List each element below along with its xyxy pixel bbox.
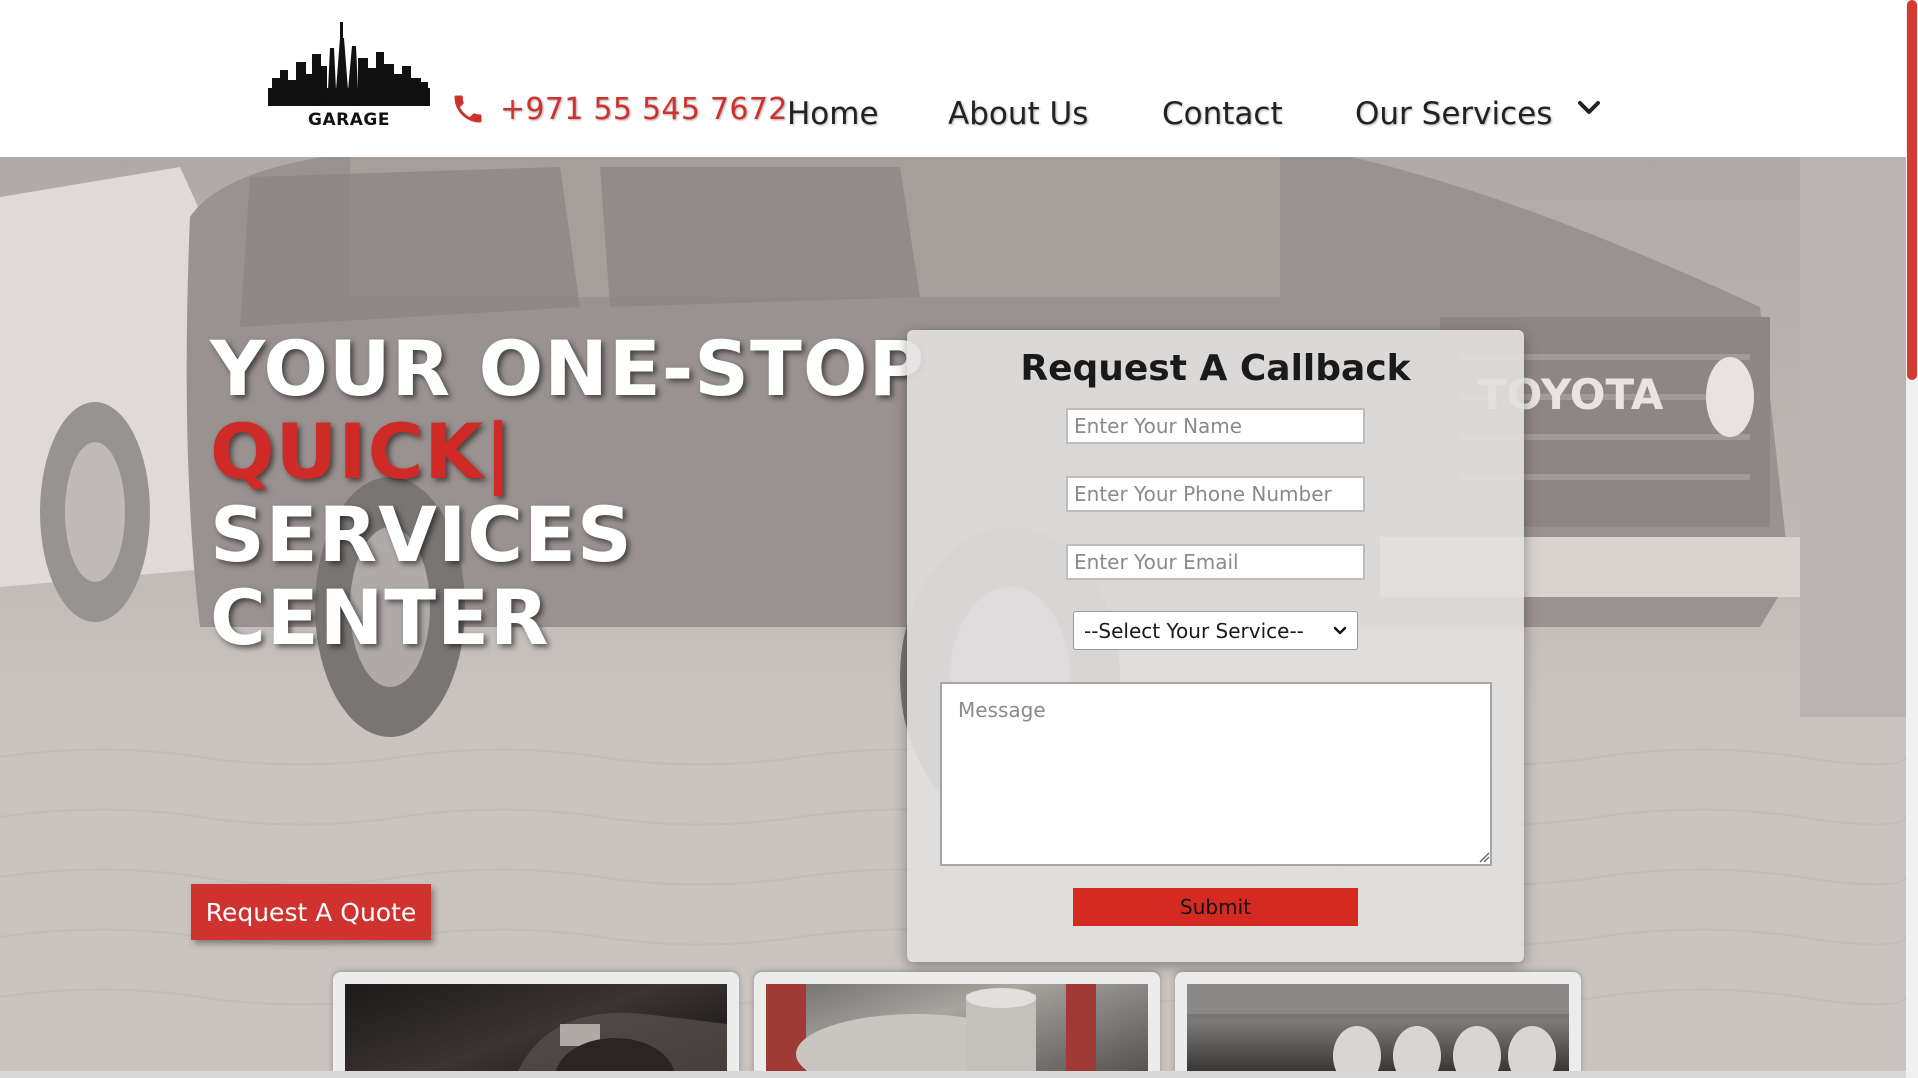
form-title: Request A Callback xyxy=(1020,348,1411,389)
chevron-down-icon xyxy=(1333,626,1347,634)
resize-handle-icon[interactable] xyxy=(1478,851,1490,863)
chevron-down-icon[interactable] xyxy=(1576,98,1602,118)
hero-line-3: SERVICES xyxy=(210,490,633,579)
phone-input[interactable] xyxy=(1066,476,1365,512)
page-bottom-edge xyxy=(0,1071,1906,1078)
hero-line-2: QUICK| xyxy=(210,407,514,496)
service-card[interactable] xyxy=(333,972,739,1078)
name-input[interactable] xyxy=(1066,408,1365,444)
site-header: BIG CITY GARAGE +971 55 545 7672 Home Ab… xyxy=(0,0,1906,157)
scrollbar-thumb[interactable] xyxy=(1907,0,1917,380)
phone-number: +971 55 545 7672 xyxy=(500,91,788,127)
request-quote-button[interactable]: Request A Quote xyxy=(191,884,431,940)
service-card-image xyxy=(766,984,1148,1078)
service-card-image xyxy=(345,984,727,1078)
phone-icon xyxy=(450,90,486,128)
logo[interactable]: BIG CITY GARAGE xyxy=(264,18,434,130)
message-textarea[interactable] xyxy=(940,682,1492,866)
email-input[interactable] xyxy=(1066,544,1365,580)
service-select-value: --Select Your Service-- xyxy=(1084,618,1304,643)
service-card[interactable] xyxy=(754,972,1160,1078)
phone-link[interactable]: +971 55 545 7672 xyxy=(450,90,788,128)
hero-line-4: CENTER xyxy=(210,573,550,662)
nav-contact[interactable]: Contact xyxy=(1162,96,1283,132)
hero-heading: YOUR ONE-STOP QUICK| SERVICES CENTER xyxy=(210,327,925,659)
nav-about-us[interactable]: About Us xyxy=(948,96,1088,132)
callback-form: Request A Callback --Select Your Service… xyxy=(907,330,1524,962)
nav-home[interactable]: Home xyxy=(787,96,879,132)
logo-text: BIG CITY GARAGE xyxy=(306,90,392,130)
submit-button[interactable]: Submit xyxy=(1073,888,1358,926)
service-card-image xyxy=(1187,984,1569,1078)
hero-line-1: YOUR ONE-STOP xyxy=(210,324,926,413)
service-select[interactable]: --Select Your Service-- xyxy=(1073,611,1358,650)
nav-our-services[interactable]: Our Services xyxy=(1355,96,1552,132)
service-card[interactable] xyxy=(1175,972,1581,1078)
